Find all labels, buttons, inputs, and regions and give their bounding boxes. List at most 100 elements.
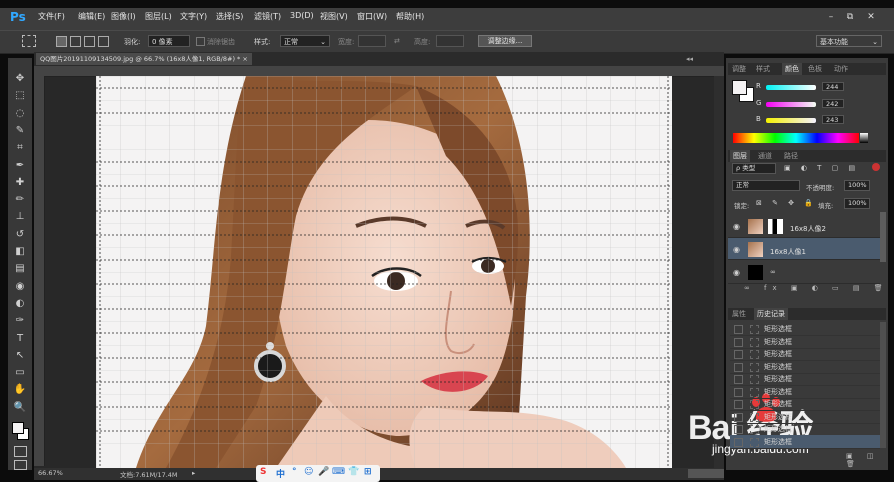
tab-channels[interactable]: 通道 [758, 150, 772, 162]
shape-tool-icon[interactable]: ▭ [11, 366, 29, 380]
eyedropper-tool-icon[interactable]: ✒ [11, 159, 29, 173]
eye-icon[interactable]: ◉ [733, 245, 740, 254]
layers-scrollbar[interactable] [880, 212, 886, 262]
layer-filter-icons[interactable]: ▣ ◐ T ▢ ▤ [784, 164, 859, 172]
history-snapshot-box[interactable] [734, 362, 743, 372]
zoom-tool-icon[interactable]: 🔍 [11, 401, 29, 415]
history-snapshot-box[interactable] [734, 412, 743, 422]
history-item[interactable]: 矩形选框 [730, 434, 880, 449]
tab-swatches[interactable]: 色板 [808, 63, 822, 75]
height-input[interactable] [436, 35, 464, 47]
bw-ramp[interactable] [860, 133, 868, 143]
b-value[interactable]: 243 [822, 115, 844, 124]
menu-image[interactable]: 图像(I) [111, 11, 136, 22]
intersect-selection-icon[interactable] [98, 36, 109, 47]
tab-paths[interactable]: 路径 [784, 150, 798, 162]
smiley-icon[interactable]: ☺ [304, 467, 313, 477]
marquee-preset-icon[interactable] [22, 35, 36, 47]
tab-color[interactable]: 颜色 [782, 63, 802, 75]
filter-toggle-icon[interactable] [872, 163, 880, 171]
path-select-tool-icon[interactable]: ↖ [11, 349, 29, 363]
layer-name[interactable]: 16x8人像1 [770, 247, 806, 257]
status-arrow-icon[interactable]: ▸ [192, 469, 195, 477]
skin-icon[interactable]: 👕 [348, 467, 359, 477]
layer-name[interactable]: 16x8人像2 [790, 224, 826, 234]
history-snapshot-box[interactable] [734, 325, 743, 334]
layer-actions-icons[interactable]: ∞ fx ▣ ◐ ▭ ▤ 🗑 [744, 284, 889, 292]
eye-icon[interactable]: ◉ [733, 268, 740, 277]
marquee-tool-icon[interactable]: ⬚ [11, 89, 29, 103]
history-snapshot-box[interactable] [734, 350, 743, 359]
ime-chinese-mode[interactable]: 中 [276, 467, 285, 480]
brush-tool-icon[interactable]: ✏ [11, 193, 29, 207]
antialias-checkbox[interactable] [196, 37, 205, 46]
menu-3d[interactable]: 3D(D) [290, 11, 314, 20]
tab-history[interactable]: 历史记录 [754, 308, 788, 320]
tab-adjustments[interactable]: 调整 [732, 63, 746, 75]
zoom-level[interactable]: 66.67% [38, 469, 63, 477]
blend-mode-select[interactable]: 正常 [732, 180, 800, 191]
menu-view[interactable]: 视图(V) [320, 11, 348, 22]
color-spectrum[interactable] [733, 133, 859, 143]
menu-type[interactable]: 文字(Y) [180, 11, 207, 22]
quick-mask-icon[interactable] [14, 446, 27, 457]
color-fg-swatch[interactable] [732, 80, 747, 95]
g-slider[interactable] [766, 102, 816, 107]
canvas-horizontal-scrollbar[interactable] [688, 469, 724, 478]
menu-help[interactable]: 帮助(H) [396, 11, 424, 22]
type-tool-icon[interactable]: T [11, 332, 29, 346]
feather-input[interactable]: 0 像素 [148, 35, 190, 47]
healing-tool-icon[interactable]: ✚ [11, 176, 29, 190]
opacity-input[interactable]: 100% [844, 180, 870, 191]
r-slider[interactable] [766, 85, 816, 90]
eye-icon[interactable]: ◉ [733, 222, 740, 231]
menu-file[interactable]: 文件(F) [38, 11, 65, 22]
document-tab[interactable]: QQ图片20191109134509.jpg @ 66.7% (16x8人像1,… [36, 53, 252, 65]
doc-info[interactable]: 文档:7.61M/17.4M [120, 469, 178, 479]
history-scrollbar[interactable] [880, 322, 886, 448]
history-snapshot-box[interactable] [734, 387, 743, 397]
refine-edge-button[interactable]: 调整边缘... [478, 35, 532, 47]
menu-edit[interactable]: 编辑(E) [78, 11, 105, 22]
document-canvas[interactable] [96, 76, 672, 468]
foreground-color-swatch[interactable] [12, 422, 24, 434]
stamp-tool-icon[interactable]: ⊥ [11, 210, 29, 224]
fill-input[interactable]: 100% [844, 198, 870, 209]
r-value[interactable]: 244 [822, 82, 844, 91]
close-button[interactable]: ✕ [866, 12, 876, 22]
tab-layers[interactable]: 图层 [730, 150, 750, 162]
layer-kind-filter[interactable]: ρ 类型 [732, 163, 776, 174]
new-selection-icon[interactable] [56, 36, 67, 47]
microphone-icon[interactable]: 🎤 [318, 467, 329, 477]
toolbox-icon[interactable]: ⊞ [364, 467, 372, 477]
close-tab-icon[interactable]: × [242, 55, 247, 63]
tab-actions[interactable]: 动作 [834, 63, 848, 75]
hand-tool-icon[interactable]: ✋ [11, 383, 29, 397]
ime-punctuation[interactable]: ° [292, 467, 297, 477]
b-slider[interactable] [766, 118, 816, 123]
pen-tool-icon[interactable]: ✑ [11, 314, 29, 328]
screen-mode-icon[interactable] [14, 460, 27, 470]
menu-layer[interactable]: 图层(L) [145, 11, 172, 22]
history-snapshot-box[interactable] [734, 375, 743, 384]
lasso-tool-icon[interactable]: ◌ [11, 107, 29, 121]
restore-button[interactable]: ⧉ [845, 12, 855, 22]
g-value[interactable]: 242 [822, 99, 844, 108]
minimize-button[interactable]: – [826, 12, 836, 22]
gradient-tool-icon[interactable]: ▤ [11, 262, 29, 276]
quick-select-tool-icon[interactable]: ✎ [11, 124, 29, 138]
history-snapshot-box[interactable] [734, 337, 743, 347]
history-actions-icons[interactable]: ▣ ◫ 🗑 [846, 452, 894, 468]
eraser-tool-icon[interactable]: ◧ [11, 245, 29, 259]
dodge-tool-icon[interactable]: ◐ [11, 297, 29, 311]
tab-styles[interactable]: 样式 [756, 63, 770, 75]
move-tool-icon[interactable]: ✥ [11, 72, 29, 86]
add-selection-icon[interactable] [70, 36, 81, 47]
keyboard-icon[interactable]: ⌨ [332, 467, 345, 477]
menu-select[interactable]: 选择(S) [216, 11, 243, 22]
history-snapshot-box[interactable] [734, 400, 743, 409]
history-brush-tool-icon[interactable]: ↺ [11, 228, 29, 242]
menu-window[interactable]: 窗口(W) [357, 11, 387, 22]
width-input[interactable] [358, 35, 386, 47]
subtract-selection-icon[interactable] [84, 36, 95, 47]
